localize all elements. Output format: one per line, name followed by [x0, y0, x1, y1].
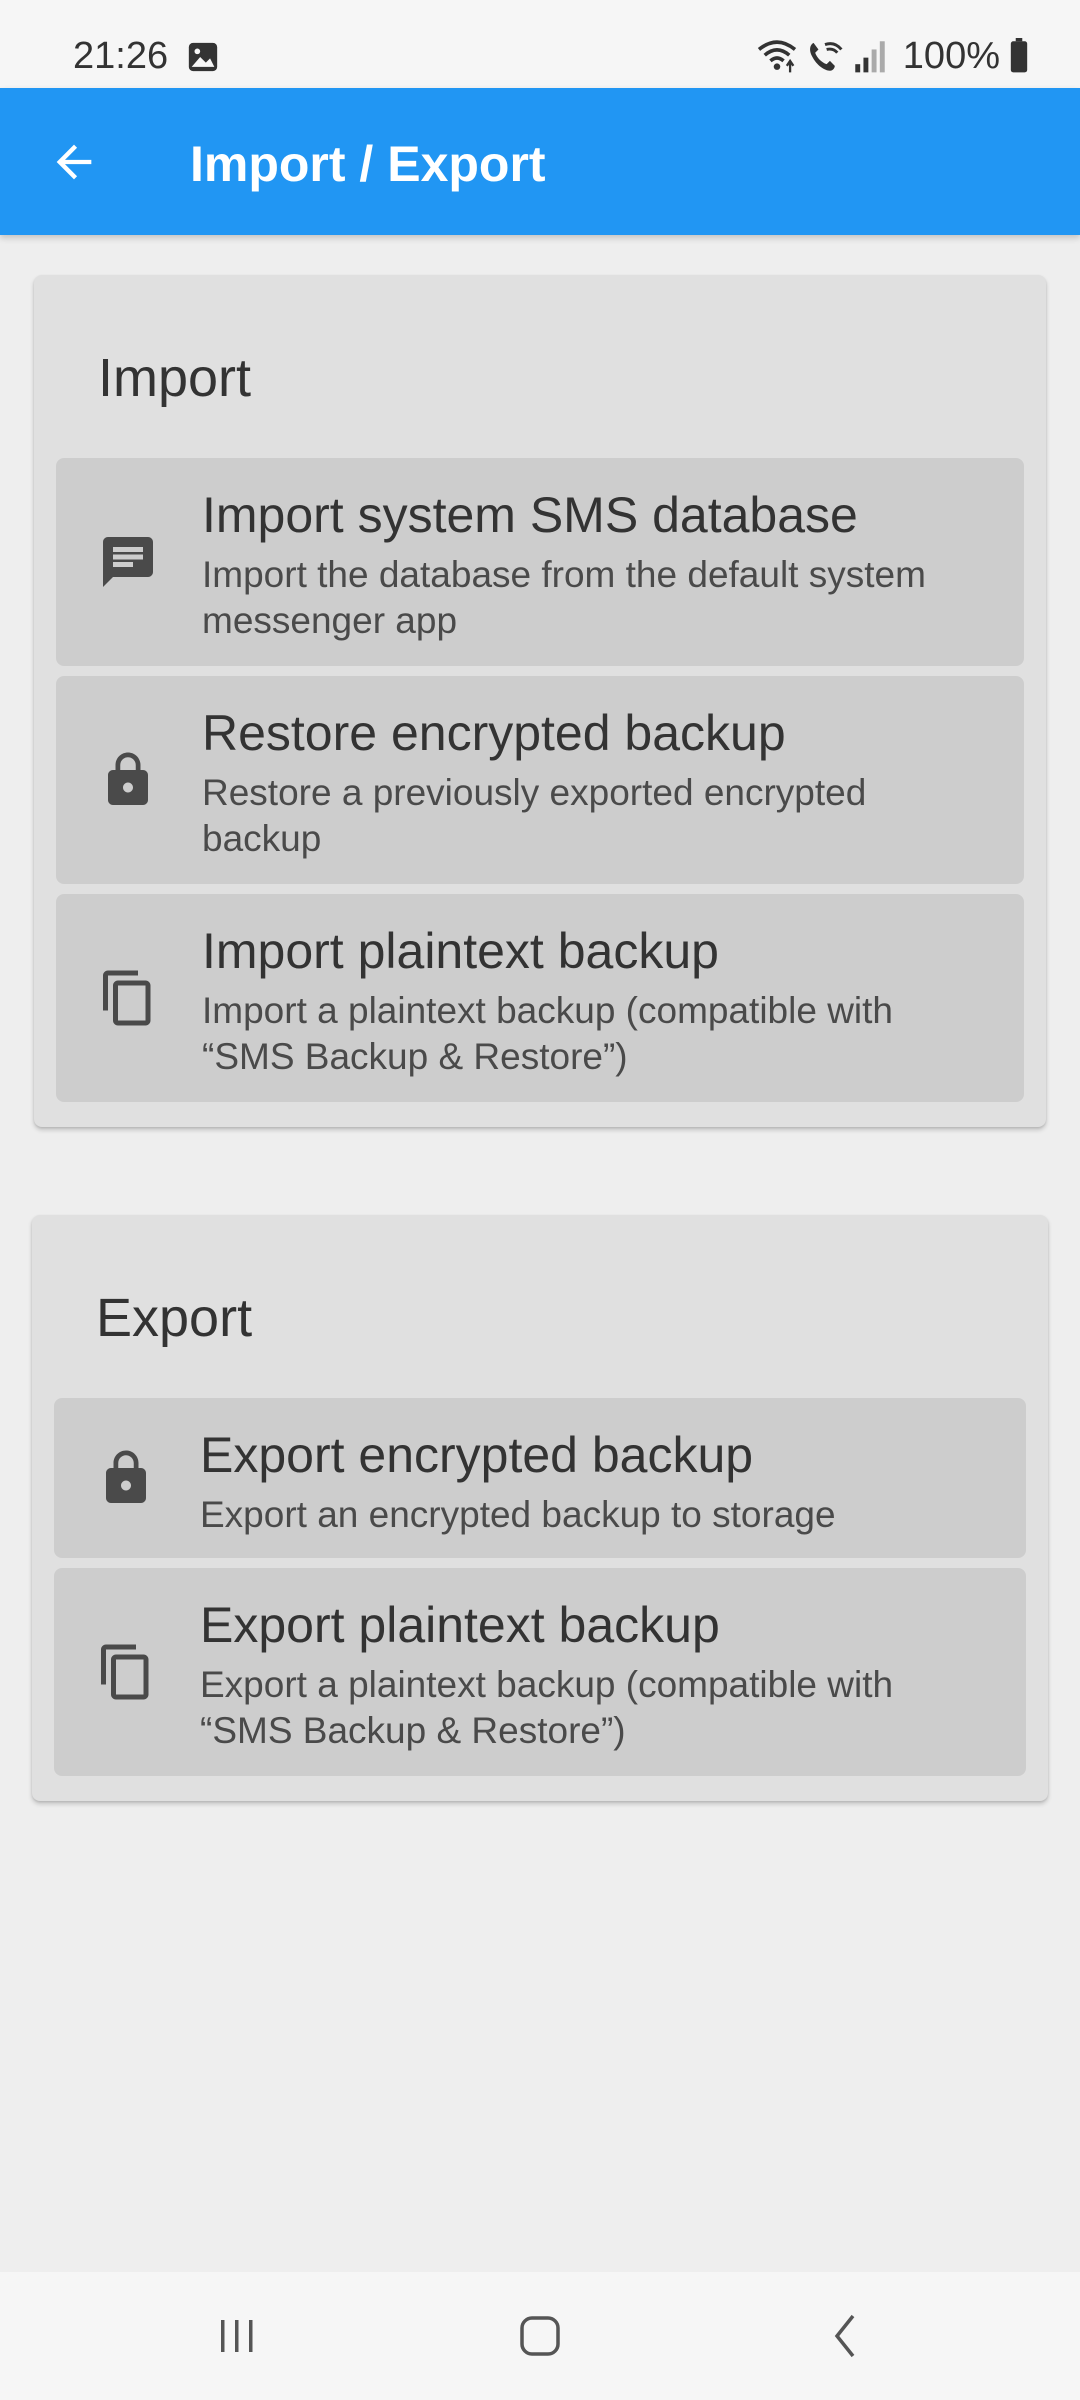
copy-icon [101, 1644, 149, 1700]
lock-icon [108, 752, 148, 805]
signal-icon [855, 41, 885, 73]
import-system-sms-item[interactable]: Import system SMS database Import the da… [56, 458, 1024, 666]
status-time: 21:26 [73, 35, 169, 77]
home-icon [520, 2316, 560, 2356]
import-card: Import Import system SMS database Import… [34, 275, 1046, 1127]
export-card: Export Export encrypted backup Export an… [32, 1215, 1048, 1801]
lock-icon [106, 1450, 146, 1503]
item-subtitle: Export an encrypted backup to storage [200, 1494, 836, 1535]
status-icons: 100% [757, 34, 1030, 78]
item-subtitle: Restore a previously exported encrypted … [202, 772, 867, 859]
app-bar: Import / Export [0, 88, 1080, 235]
back-nav-button[interactable] [800, 2296, 890, 2376]
item-title: Export plaintext backup [200, 1597, 720, 1653]
gallery-icon [188, 42, 218, 72]
chevron-left-icon [834, 2314, 855, 2358]
status-bar: 21:26 100% [0, 0, 1080, 88]
battery-icon [1010, 38, 1028, 73]
export-plaintext-backup-item[interactable]: Export plaintext backup Export a plainte… [54, 1568, 1026, 1776]
item-subtitle: Import the database from the default sys… [202, 554, 926, 641]
item-title: Import system SMS database [202, 487, 858, 543]
item-subtitle: Export a plaintext backup (compatible wi… [200, 1664, 894, 1751]
message-icon [103, 537, 153, 587]
item-subtitle: Import a plaintext backup (compatible wi… [202, 990, 894, 1077]
battery-percent: 100% [902, 35, 1000, 77]
back-button[interactable] [30, 118, 118, 206]
page-title: Import / Export [190, 136, 546, 192]
wifi-icon [757, 40, 796, 73]
item-title: Restore encrypted backup [202, 705, 786, 761]
recents-icon [221, 2320, 253, 2352]
item-title: Export encrypted backup [200, 1427, 754, 1483]
restore-encrypted-backup-item[interactable]: Restore encrypted backup Restore a previ… [56, 676, 1024, 884]
home-button[interactable] [495, 2296, 585, 2376]
export-encrypted-backup-item[interactable]: Export encrypted backup Export an encryp… [54, 1398, 1026, 1558]
import-section-title: Import [98, 348, 252, 408]
copy-icon [103, 970, 151, 1026]
arrow-back-icon [56, 144, 92, 180]
item-title: Import plaintext backup [202, 923, 719, 979]
wifi-call-icon [809, 42, 843, 71]
navigation-bar [0, 2272, 1080, 2400]
import-plaintext-backup-item[interactable]: Import plaintext backup Import a plainte… [56, 894, 1024, 1102]
recents-button[interactable] [192, 2296, 282, 2376]
export-section-title: Export [96, 1288, 253, 1348]
